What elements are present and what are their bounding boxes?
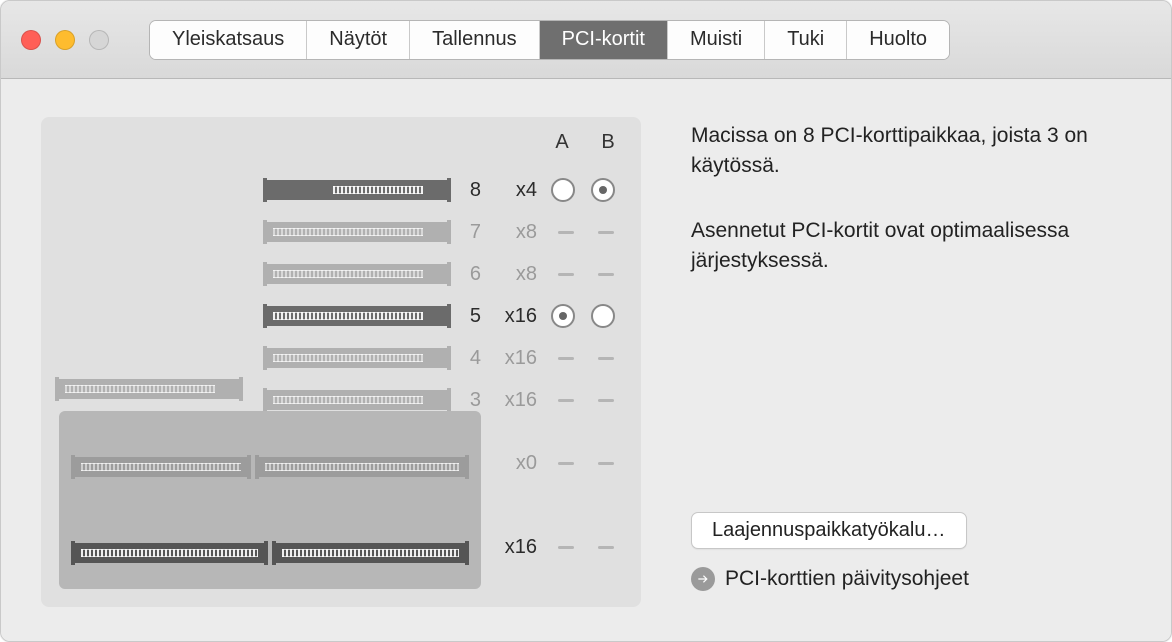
slot-5-pool-b-radio[interactable] bbox=[591, 304, 615, 328]
tab-overview[interactable]: Yleiskatsaus bbox=[150, 21, 307, 59]
slot-8-number: 8 bbox=[457, 179, 481, 202]
traffic-lights bbox=[21, 30, 109, 50]
slot-1-lane: x16 bbox=[491, 536, 541, 559]
pci-update-instructions-label: PCI-korttien päivitysohjeet bbox=[725, 567, 969, 591]
slot-6-connector-icon bbox=[267, 264, 447, 284]
slot-4-lane: x16 bbox=[491, 347, 541, 370]
content-area: A B 8 x4 bbox=[1, 79, 1171, 641]
slot-4-pool-b-dash bbox=[598, 357, 614, 360]
slot-4-pool-a-dash bbox=[558, 357, 574, 360]
slot-6-number: 6 bbox=[457, 263, 481, 286]
slot-row-6: 6 x8 bbox=[59, 253, 623, 295]
slot-5-pool-a-radio[interactable] bbox=[551, 304, 575, 328]
slot-3-secondary-connector-icon bbox=[59, 379, 239, 399]
tab-bar: Yleiskatsaus Näytöt Tallennus PCI-kortit… bbox=[149, 20, 950, 60]
slot-1-pool-a-dash bbox=[558, 546, 574, 549]
slot-3-connector-icon bbox=[267, 390, 447, 410]
minimize-window-button[interactable] bbox=[55, 30, 75, 50]
slot-7-pool-a-dash bbox=[558, 231, 574, 234]
about-this-mac-window: Yleiskatsaus Näytöt Tallennus PCI-kortit… bbox=[0, 0, 1172, 642]
slot-row-8: 8 x4 bbox=[59, 169, 623, 211]
slot-3-pool-a-dash bbox=[558, 399, 574, 402]
slot-2-pool-a-dash bbox=[558, 462, 574, 465]
slot-3-pool-b-dash bbox=[598, 399, 614, 402]
titlebar: Yleiskatsaus Näytöt Tallennus PCI-kortit… bbox=[1, 1, 1171, 79]
slot-7-pool-b-dash bbox=[598, 231, 614, 234]
tab-storage[interactable]: Tallennus bbox=[410, 21, 540, 59]
slot-2-lane: x0 bbox=[491, 452, 541, 475]
slot-5-connector-icon bbox=[267, 306, 447, 326]
slot-8-connector-icon bbox=[267, 180, 447, 200]
slot-4-number: 4 bbox=[457, 347, 481, 370]
optimal-order-text: Asennetut PCI-kortit ovat optimaalisessa… bbox=[691, 216, 1131, 277]
tab-pci-cards[interactable]: PCI-kortit bbox=[540, 21, 668, 59]
mpx-module-icon bbox=[59, 411, 481, 589]
slot-7-number: 7 bbox=[457, 221, 481, 244]
slot-2-pool-b-dash bbox=[598, 462, 614, 465]
slot-5-lane: x16 bbox=[491, 305, 541, 328]
slot-6-pool-a-dash bbox=[558, 273, 574, 276]
slot-1-pool-b-dash bbox=[598, 546, 614, 549]
slot-summary-text: Macissa on 8 PCI-korttipaikkaa, joista 3… bbox=[691, 121, 1131, 182]
slot-5-number: 5 bbox=[457, 305, 481, 328]
close-window-button[interactable] bbox=[21, 30, 41, 50]
slot-7-lane: x8 bbox=[491, 221, 541, 244]
expansion-slot-utility-button[interactable]: Laajennuspaikkatyökalu… bbox=[691, 512, 967, 549]
slot-4-connector-icon bbox=[267, 348, 447, 368]
info-actions: Laajennuspaikkatyökalu… PCI-korttien päi… bbox=[691, 512, 1131, 591]
tab-service[interactable]: Huolto bbox=[847, 21, 949, 59]
pool-column-headers: A B bbox=[549, 131, 621, 154]
zoom-window-button[interactable] bbox=[89, 30, 109, 50]
slot-7-connector-icon bbox=[267, 222, 447, 242]
slot-8-pool-b-radio[interactable] bbox=[591, 178, 615, 202]
slot-8-pool-a-radio[interactable] bbox=[551, 178, 575, 202]
slot-8-lane: x4 bbox=[491, 179, 541, 202]
slot-3-lane: x16 bbox=[491, 389, 541, 412]
arrow-right-circle-icon bbox=[691, 567, 715, 591]
pool-a-header: A bbox=[549, 131, 575, 154]
tab-memory[interactable]: Muisti bbox=[668, 21, 765, 59]
tab-support[interactable]: Tuki bbox=[765, 21, 847, 59]
pci-slot-diagram: A B 8 x4 bbox=[41, 117, 641, 607]
pci-update-instructions-link[interactable]: PCI-korttien päivitysohjeet bbox=[691, 567, 1131, 591]
pool-b-header: B bbox=[595, 131, 621, 154]
slot-row-4: 4 x16 bbox=[59, 337, 623, 379]
tab-displays[interactable]: Näytöt bbox=[307, 21, 410, 59]
slot-6-pool-b-dash bbox=[598, 273, 614, 276]
slot-row-5: 5 x16 bbox=[59, 295, 623, 337]
slot-3-number: 3 bbox=[457, 389, 481, 412]
slot-6-lane: x8 bbox=[491, 263, 541, 286]
info-text: Macissa on 8 PCI-korttipaikkaa, joista 3… bbox=[691, 121, 1131, 311]
slot-row-7: 7 x8 bbox=[59, 211, 623, 253]
info-panel: Macissa on 8 PCI-korttipaikkaa, joista 3… bbox=[691, 117, 1131, 617]
